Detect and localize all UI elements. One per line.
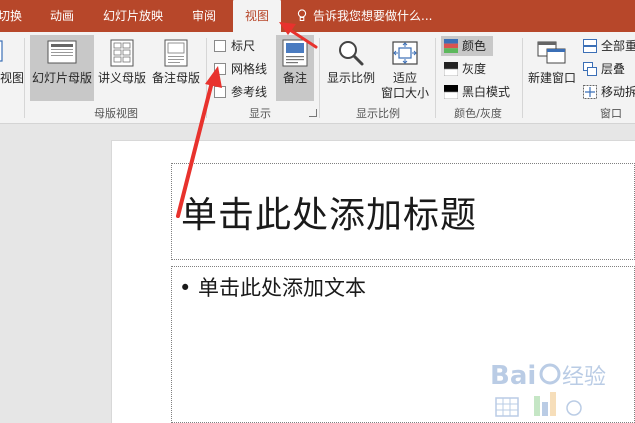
- tab-review[interactable]: 审阅: [192, 0, 216, 32]
- svg-text:Bai: Bai: [490, 361, 536, 391]
- slide-master-label: 幻灯片母版: [31, 71, 92, 85]
- group-separator: [522, 38, 523, 118]
- notes-label: 备注: [282, 71, 307, 85]
- arrange-all-label: 全部重: [601, 39, 635, 53]
- group-separator: [206, 38, 207, 118]
- window-group-label: 窗口: [600, 107, 622, 120]
- color-button[interactable]: 颜色: [441, 36, 493, 56]
- grayscale-label: 灰度: [462, 62, 487, 76]
- tab-view[interactable]: 视图: [233, 0, 281, 33]
- slide-master-icon: [47, 40, 77, 64]
- group-separator: [435, 38, 436, 118]
- arrange-all-icon: [583, 39, 597, 53]
- guides-checkbox[interactable]: 参考线: [214, 83, 267, 100]
- gridlines-checkbox-box[interactable]: [214, 63, 226, 75]
- grayscale-button[interactable]: 灰度: [441, 59, 486, 79]
- notes-button[interactable]: 备注: [276, 35, 314, 101]
- title-placeholder-text: 单击此处添加标题: [181, 195, 478, 236]
- master-views-group-label: 母版视图: [94, 107, 138, 120]
- gridlines-checkbox[interactable]: 网格线: [214, 60, 267, 77]
- baidu-jingyan-watermark: Bai 经验: [490, 361, 606, 417]
- fit-to-window-label: 适应 窗口大小: [378, 71, 432, 101]
- lightbulb-icon: [297, 9, 307, 21]
- cascade-icon: [583, 62, 597, 76]
- move-split-label: 移动拆: [601, 85, 635, 99]
- tell-me-search[interactable]: 告诉我您想要做什么...: [297, 0, 432, 32]
- ruler-checkbox-box[interactable]: [214, 40, 226, 52]
- ribbon: 视图 幻灯片母版 讲义母版 备注母版 母版视图 标尺 网格线 参考线 备注 显示…: [0, 32, 635, 124]
- handout-master-label: 讲义母版: [97, 71, 146, 85]
- tab-transitions[interactable]: 切换: [0, 0, 22, 32]
- show-dialog-launcher-icon[interactable]: [309, 109, 317, 117]
- arrange-all-button[interactable]: 全部重: [583, 36, 635, 56]
- color-group-label: 颜色/灰度: [454, 107, 502, 120]
- cascade-label: 层叠: [601, 62, 626, 76]
- group-separator: [24, 38, 25, 118]
- guides-label: 参考线: [231, 85, 268, 99]
- new-window-label: 新建窗口: [527, 71, 576, 85]
- presentation-views-button[interactable]: 视图: [0, 35, 25, 101]
- fit-label-line1: 适应: [392, 71, 417, 85]
- notes-icon: [282, 39, 308, 67]
- zoom-label: 显示比例: [326, 71, 375, 85]
- views-label: 视图: [0, 71, 25, 85]
- zoom-group-label: 显示比例: [356, 107, 400, 120]
- handout-master-icon: [110, 39, 134, 67]
- svg-text:经验: 经验: [562, 365, 606, 390]
- fit-to-window-button[interactable]: 适应 窗口大小: [378, 35, 432, 101]
- ruler-checkbox[interactable]: 标尺: [214, 37, 255, 54]
- notes-master-label: 备注母版: [151, 71, 200, 85]
- group-separator: [319, 38, 320, 118]
- grayscale-swatch-icon: [444, 62, 458, 76]
- tab-slideshow[interactable]: 幻灯片放映: [103, 0, 163, 32]
- new-window-button[interactable]: 新建窗口: [524, 35, 580, 101]
- normal-view-icon: [0, 40, 3, 62]
- slide-master-button[interactable]: 幻灯片母版: [30, 35, 94, 101]
- guides-checkbox-box[interactable]: [214, 86, 226, 98]
- magnifier-icon: [339, 41, 364, 66]
- color-label: 颜色: [462, 39, 487, 53]
- move-split-icon: [583, 85, 597, 99]
- gridlines-label: 网格线: [231, 62, 268, 76]
- fit-label-line2: 窗口大小: [380, 86, 429, 100]
- color-swatch-icon: [444, 39, 458, 53]
- notes-master-button[interactable]: 备注母版: [150, 35, 202, 101]
- notes-master-icon: [164, 39, 188, 67]
- handout-master-button[interactable]: 讲义母版: [96, 35, 148, 101]
- black-white-swatch-icon: [444, 85, 458, 99]
- tab-animations[interactable]: 动画: [50, 0, 74, 32]
- ruler-label: 标尺: [231, 39, 256, 53]
- black-white-button[interactable]: 黑白模式: [441, 82, 510, 102]
- zoom-button[interactable]: 显示比例: [324, 35, 378, 101]
- show-group-label: 显示: [249, 107, 271, 120]
- cascade-button[interactable]: 层叠: [583, 59, 625, 79]
- new-window-icon: [537, 41, 566, 64]
- ribbon-tab-bar: 切换 动画 幻灯片放映 审阅 视图 告诉我您想要做什么...: [0, 0, 635, 33]
- fit-to-window-icon: [392, 41, 418, 65]
- black-white-label: 黑白模式: [462, 85, 511, 99]
- tell-me-text: 告诉我您想要做什么...: [313, 9, 433, 23]
- body-placeholder-text: • 单击此处添加文本: [179, 276, 367, 300]
- move-split-button[interactable]: 移动拆: [583, 82, 635, 102]
